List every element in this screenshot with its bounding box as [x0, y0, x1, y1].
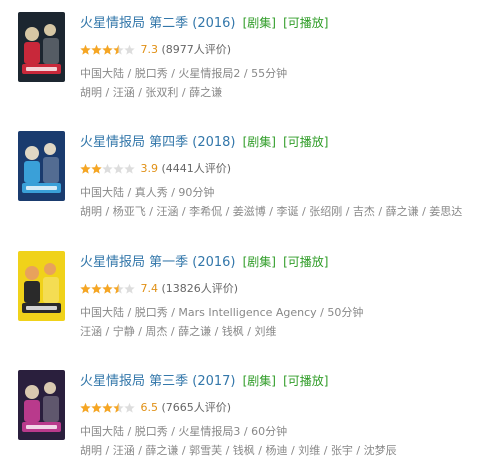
star-empty-icon [124, 402, 135, 413]
rating-stars [80, 44, 135, 56]
poster-image[interactable] [18, 251, 65, 321]
rating-count: (7665人评价) [161, 401, 232, 414]
meta-info: 中国大陆 / 脱口秀 / 火星情报局2 / 55分钟 [80, 67, 288, 80]
star-empty-icon [102, 163, 113, 174]
series-tag[interactable]: [剧集] [243, 374, 276, 388]
series-tag[interactable]: [剧集] [243, 16, 276, 30]
item-content: 火星情报局 第三季 (2017) [剧集] [可播放] 6.5 (7665人评价… [80, 370, 495, 460]
playable-tag[interactable]: [可播放] [283, 255, 328, 269]
star-filled-icon [91, 402, 102, 413]
item-content: 火星情报局 第一季 (2016) [剧集] [可播放] 7.4 (13826人评… [80, 251, 495, 341]
meta-block: 中国大陆 / 真人秀 / 90分钟 胡明 / 杨亚飞 / 汪涵 / 李希侃 / … [80, 183, 495, 221]
playable-tag[interactable]: [可播放] [283, 16, 328, 30]
poster-image[interactable] [18, 12, 65, 82]
rating-line: 7.4 (13826人评价) [80, 281, 495, 297]
title-link[interactable]: 火星情报局 第一季 (2016) [80, 255, 236, 270]
playable-tag[interactable]: [可播放] [283, 135, 328, 149]
title-link[interactable]: 火星情报局 第三季 (2017) [80, 374, 236, 389]
rating-count: (4441人评价) [161, 162, 232, 175]
rating-stars [80, 163, 135, 175]
star-filled-icon [91, 283, 102, 294]
star-filled-icon [91, 44, 102, 55]
rating-stars [80, 283, 135, 295]
title-line: 火星情报局 第二季 (2016) [剧集] [可播放] [80, 12, 495, 32]
star-filled-icon [91, 163, 102, 174]
series-tag[interactable]: [剧集] [243, 255, 276, 269]
rating-score: 7.4 [140, 282, 159, 295]
rating-score: 6.5 [140, 401, 159, 414]
rating-line: 7.3 (8977人评价) [80, 42, 495, 58]
poster-image[interactable] [18, 131, 65, 201]
poster-image[interactable] [18, 370, 65, 440]
series-tag[interactable]: [剧集] [243, 135, 276, 149]
star-filled-icon [102, 283, 113, 294]
rating-score: 3.9 [140, 162, 159, 175]
title-link[interactable]: 火星情报局 第四季 (2018) [80, 135, 236, 150]
meta-block: 中国大陆 / 脱口秀 / Mars Intelligence Agency / … [80, 303, 495, 341]
meta-cast: 胡明 / 杨亚飞 / 汪涵 / 李希侃 / 姜滋博 / 李诞 / 张绍刚 / 吉… [80, 205, 463, 218]
star-empty-icon [124, 283, 135, 294]
meta-cast: 胡明 / 汪涵 / 张双利 / 薛之谦 [80, 86, 223, 99]
meta-info: 中国大陆 / 脱口秀 / 火星情报局3 / 60分钟 [80, 425, 288, 438]
meta-cast: 胡明 / 汪涵 / 薛之谦 / 郭雪芙 / 钱枫 / 杨迪 / 刘维 / 张宇 … [80, 444, 397, 457]
star-filled-icon [80, 283, 91, 294]
star-filled-icon [80, 44, 91, 55]
playable-tag[interactable]: [可播放] [283, 374, 328, 388]
star-filled-icon [80, 163, 91, 174]
star-empty-icon [124, 163, 135, 174]
rating-line: 6.5 (7665人评价) [80, 400, 495, 416]
meta-block: 中国大陆 / 脱口秀 / 火星情报局3 / 60分钟 胡明 / 汪涵 / 薛之谦… [80, 422, 495, 460]
item-content: 火星情报局 第四季 (2018) [剧集] [可播放] 3.9 (4441人评价… [80, 131, 495, 221]
rating-stars [80, 402, 135, 414]
title-line: 火星情报局 第四季 (2018) [剧集] [可播放] [80, 131, 495, 151]
rating-count: (8977人评价) [161, 43, 232, 56]
item-content: 火星情报局 第二季 (2016) [剧集] [可播放] 7.3 (8977人评价… [80, 12, 495, 102]
meta-info: 中国大陆 / 脱口秀 / Mars Intelligence Agency / … [80, 306, 364, 319]
title-line: 火星情报局 第一季 (2016) [剧集] [可播放] [80, 251, 495, 271]
star-filled-icon [102, 402, 113, 413]
rating-score: 7.3 [140, 43, 159, 56]
title-line: 火星情报局 第三季 (2017) [剧集] [可播放] [80, 370, 495, 390]
rating-line: 3.9 (4441人评价) [80, 161, 495, 177]
rating-count: (13826人评价) [161, 282, 239, 295]
star-empty-icon [113, 163, 124, 174]
meta-block: 中国大陆 / 脱口秀 / 火星情报局2 / 55分钟 胡明 / 汪涵 / 张双利… [80, 64, 495, 102]
star-filled-icon [102, 44, 113, 55]
meta-info: 中国大陆 / 真人秀 / 90分钟 [80, 186, 215, 199]
meta-cast: 汪涵 / 宁静 / 周杰 / 薛之谦 / 钱枫 / 刘维 [80, 325, 277, 338]
title-link[interactable]: 火星情报局 第二季 (2016) [80, 16, 236, 31]
star-filled-icon [80, 402, 91, 413]
star-empty-icon [124, 44, 135, 55]
